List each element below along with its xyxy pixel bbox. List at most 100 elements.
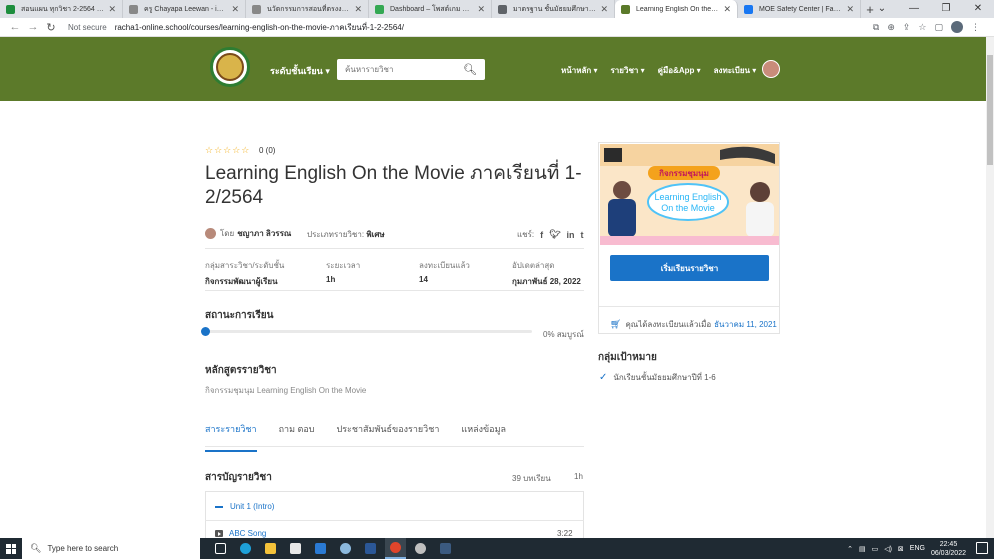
tab-favicon-icon — [252, 4, 261, 14]
clock[interactable]: 22:45 06/03/2022 — [931, 540, 966, 558]
user-avatar[interactable] — [762, 60, 780, 78]
browser-tab[interactable]: Learning English On the Movie… ✕ — [615, 0, 738, 18]
calculator-icon[interactable] — [435, 538, 456, 559]
tray-chevron-icon[interactable]: ⌃ — [847, 545, 853, 553]
meta-label: กลุ่มสาระวิชา/ระดับชั้น — [205, 261, 285, 270]
maximize-icon[interactable]: ❐ — [930, 0, 962, 18]
tab-close-icon[interactable]: ✕ — [600, 4, 608, 15]
unit-header[interactable]: Unit 1 (Intro) — [215, 502, 274, 511]
lesson-title[interactable]: ABC Song — [229, 529, 266, 538]
system-tray: ⌃ ▤ ▭ ◁) ⊠ ENG 22:45 06/03/2022 — [847, 538, 966, 559]
task-view-icon[interactable] — [210, 538, 231, 559]
browser-tab[interactable]: นวัตกรรมการสอนที่ตรงงานสอนสืบค้น…✕ — [246, 0, 369, 18]
target-group-text: นักเรียนชั้นมัธยมศึกษาปีที่ 1-6 — [613, 373, 716, 382]
instructor-avatar — [205, 228, 216, 239]
taskbar-search[interactable]: 🔍︎ Type here to search — [22, 538, 200, 559]
menu-icon[interactable]: ⋮ — [971, 22, 980, 33]
linkedin-icon[interactable]: in — [567, 230, 575, 240]
browser-toolbar: ← → ↻ Not secure racha1-online.school/co… — [0, 18, 994, 37]
bookmark-star-icon[interactable]: ☆ — [918, 22, 926, 33]
tumblr-icon[interactable]: t — [581, 230, 584, 240]
lesson-item[interactable]: ABC Song — [215, 529, 266, 538]
tab-close-icon[interactable]: ✕ — [108, 4, 116, 15]
tab-close-icon[interactable]: ✕ — [477, 4, 485, 15]
tab-close-icon[interactable]: ✕ — [354, 4, 362, 15]
word-icon[interactable] — [360, 538, 381, 559]
chrome-profile-icon[interactable] — [410, 538, 431, 559]
meta-label: ระยะเวลา — [326, 261, 361, 270]
volume-icon[interactable]: ◁) — [884, 545, 892, 553]
network-icon[interactable]: ▤ — [859, 545, 866, 553]
instructor-name[interactable]: ชญาภา ลิวรรณ — [237, 227, 291, 240]
tab-qa[interactable]: ถาม ตอบ — [279, 422, 315, 452]
search-icon[interactable]: 🔍︎ — [463, 63, 477, 76]
logo-emblem — [216, 53, 244, 81]
category-value[interactable]: พิเศษ — [366, 230, 384, 239]
tab-content[interactable]: สาระรายวิชา — [205, 422, 257, 452]
instructor: โดย ชญาภา ลิวรรณ — [205, 227, 291, 240]
chrome-icon[interactable] — [385, 538, 406, 559]
notification-icon[interactable] — [976, 542, 988, 554]
scrollbar-thumb[interactable] — [987, 55, 993, 165]
battery-icon[interactable]: ▭ — [872, 545, 879, 553]
forward-icon[interactable]: → — [24, 21, 42, 33]
collapse-icon[interactable] — [215, 505, 223, 508]
nav-register[interactable]: ลงทะเบียน ▾ — [714, 64, 757, 77]
tab-title: MOE Safety Center | Facebook — [759, 5, 842, 13]
edge-icon[interactable] — [235, 538, 256, 559]
tab-favicon-icon — [129, 4, 138, 14]
course-title: Learning English On the Movie ภาคเรียนที… — [205, 163, 582, 208]
extensions-icon[interactable]: ▢ — [934, 22, 943, 33]
unit-title[interactable]: Unit 1 (Intro) — [230, 502, 274, 511]
tab-close-icon[interactable]: ✕ — [723, 4, 731, 15]
start-learning-button[interactable]: เริ่มเรียนรายวิชา — [610, 255, 769, 281]
check-icon: ✓ — [599, 372, 608, 383]
nav-home[interactable]: หน้าหลัก ▾ — [561, 64, 598, 77]
thumb-title-line1: Learning English — [654, 192, 721, 202]
browser-tab[interactable]: ครู Chayapa Leewan - insKru เพื่อ… ✕ — [123, 0, 246, 18]
search-input[interactable] — [345, 65, 463, 74]
store-icon[interactable] — [285, 538, 306, 559]
page-scrollbar[interactable] — [986, 37, 994, 538]
zoom-icon[interactable]: ⊕ — [887, 22, 895, 33]
profile-avatar[interactable] — [951, 21, 963, 33]
share-label: แชร์: — [517, 230, 535, 239]
tab-resources[interactable]: แหล่งข้อมูล — [461, 422, 506, 452]
not-secure-label: Not secure — [68, 22, 107, 32]
tab-title: นวัตกรรมการสอนที่ตรงงานสอนสืบค้น… — [267, 5, 351, 13]
browser-tab[interactable]: MOE Safety Center | Facebook ✕ — [738, 0, 861, 18]
close-icon[interactable]: ✕ — [962, 0, 994, 18]
translate-icon[interactable]: ⧉ — [873, 22, 879, 33]
nav-manual-app[interactable]: คู่มือ&App ▾ — [658, 64, 701, 77]
browser-tab[interactable]: สอนแผน ทุกวิชา 2-2564 ชญาภา ลิ… ✕ — [0, 0, 123, 18]
file-explorer-icon[interactable] — [260, 538, 281, 559]
browser-tab[interactable]: Dashboard – โพสต์เกม กลุ่มนิเทศ… ✕ — [369, 0, 492, 18]
facebook-icon[interactable]: f — [540, 230, 543, 240]
nav-courses[interactable]: รายวิชา ▾ — [611, 64, 645, 77]
tab-close-icon[interactable]: ✕ — [846, 4, 854, 15]
tab-announcements[interactable]: ประชาสัมพันธ์ของรายวิชา — [337, 422, 440, 452]
levels-menu[interactable]: ระดับชั้นเรียน ▾ — [270, 64, 330, 78]
start-button[interactable] — [0, 538, 22, 559]
school-logo[interactable] — [210, 47, 250, 87]
tab-close-icon[interactable]: ✕ — [231, 4, 239, 15]
mail-icon[interactable] — [310, 538, 331, 559]
url-text[interactable]: racha1-online.school/courses/learning-en… — [115, 21, 404, 34]
minimize-icon[interactable]: — — [898, 0, 930, 18]
search-icon: 🔍︎ — [30, 543, 42, 553]
browser-tab[interactable]: มาตรฐาน ชั้นมัธยมศึกษาปีที่ 2/9 ปี…✕ — [492, 0, 615, 18]
target-group-item: ✓ นักเรียนชั้นมัธยมศึกษาปีที่ 1-6 — [599, 371, 716, 384]
chevron-down-icon[interactable]: ⌄ — [866, 0, 898, 18]
address-bar[interactable]: Not secure racha1-online.school/courses/… — [68, 20, 873, 35]
photos-icon[interactable] — [335, 538, 356, 559]
reload-icon[interactable]: ↻ — [42, 21, 60, 34]
language-indicator[interactable]: ENG — [910, 545, 925, 552]
thumb-activity-text: กิจกรรมชุมนุม — [659, 169, 709, 179]
toc-title: สารบัญรายวิชา — [205, 472, 272, 483]
twitter-icon[interactable]: 🐦︎ — [549, 229, 560, 240]
tab-favicon-icon — [498, 4, 507, 14]
ime-icon[interactable]: ⊠ — [898, 545, 904, 553]
course-tabs: สาระรายวิชา ถาม ตอบ ประชาสัมพันธ์ของรายว… — [205, 422, 506, 452]
share-icon[interactable]: ⇪ — [903, 22, 911, 33]
back-icon[interactable]: ← — [6, 21, 24, 33]
